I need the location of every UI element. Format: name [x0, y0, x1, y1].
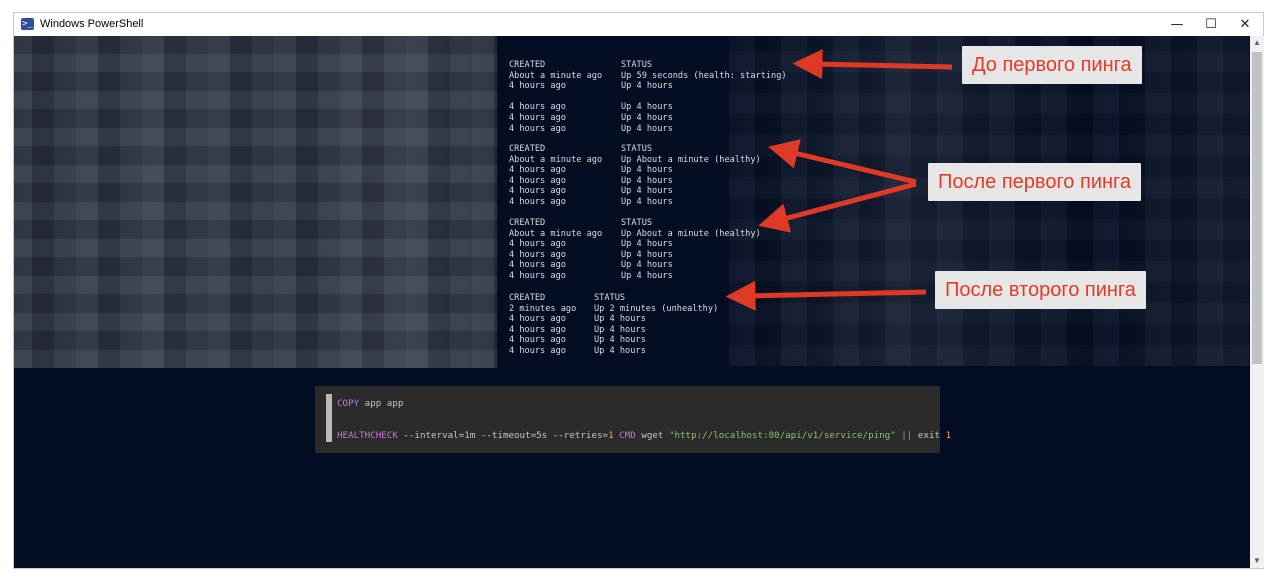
or-operator: ||: [895, 430, 913, 441]
wget-command: wget: [635, 430, 669, 441]
copy-args: app app: [359, 398, 404, 409]
code-gutter-bar: [326, 394, 332, 442]
arrow-after-first-ping-1: [768, 139, 917, 185]
healthcheck-options: --interval=1m --timeout=5s --retries=: [397, 430, 609, 441]
copy-keyword: COPY: [337, 398, 360, 409]
dockerfile-snippet: COPY app app HEALTHCHECK --interval=1m -…: [315, 386, 951, 453]
code-line-copy: COPY app app: [337, 398, 403, 409]
callout-after-first-ping: После первого пинга: [928, 163, 1142, 201]
ping-url: "http://localhost:80/api/v1/service/ping…: [668, 430, 896, 441]
arrow-after-first-ping-2: [758, 181, 917, 233]
arrow-after-second-ping: [725, 280, 927, 311]
exit-command: exit: [912, 430, 946, 441]
exit-code: 1: [945, 430, 952, 441]
callout-before-first-ping: До первого пинга: [962, 46, 1142, 84]
arrow-before-first-ping: [792, 49, 953, 80]
callout-after-second-ping: После второго пинга: [935, 271, 1146, 309]
healthcheck-keyword: HEALTHCHECK: [337, 430, 398, 441]
code-line-healthcheck: HEALTHCHECK --interval=1m --timeout=5s -…: [337, 430, 951, 441]
cmd-keyword: CMD: [613, 430, 636, 441]
